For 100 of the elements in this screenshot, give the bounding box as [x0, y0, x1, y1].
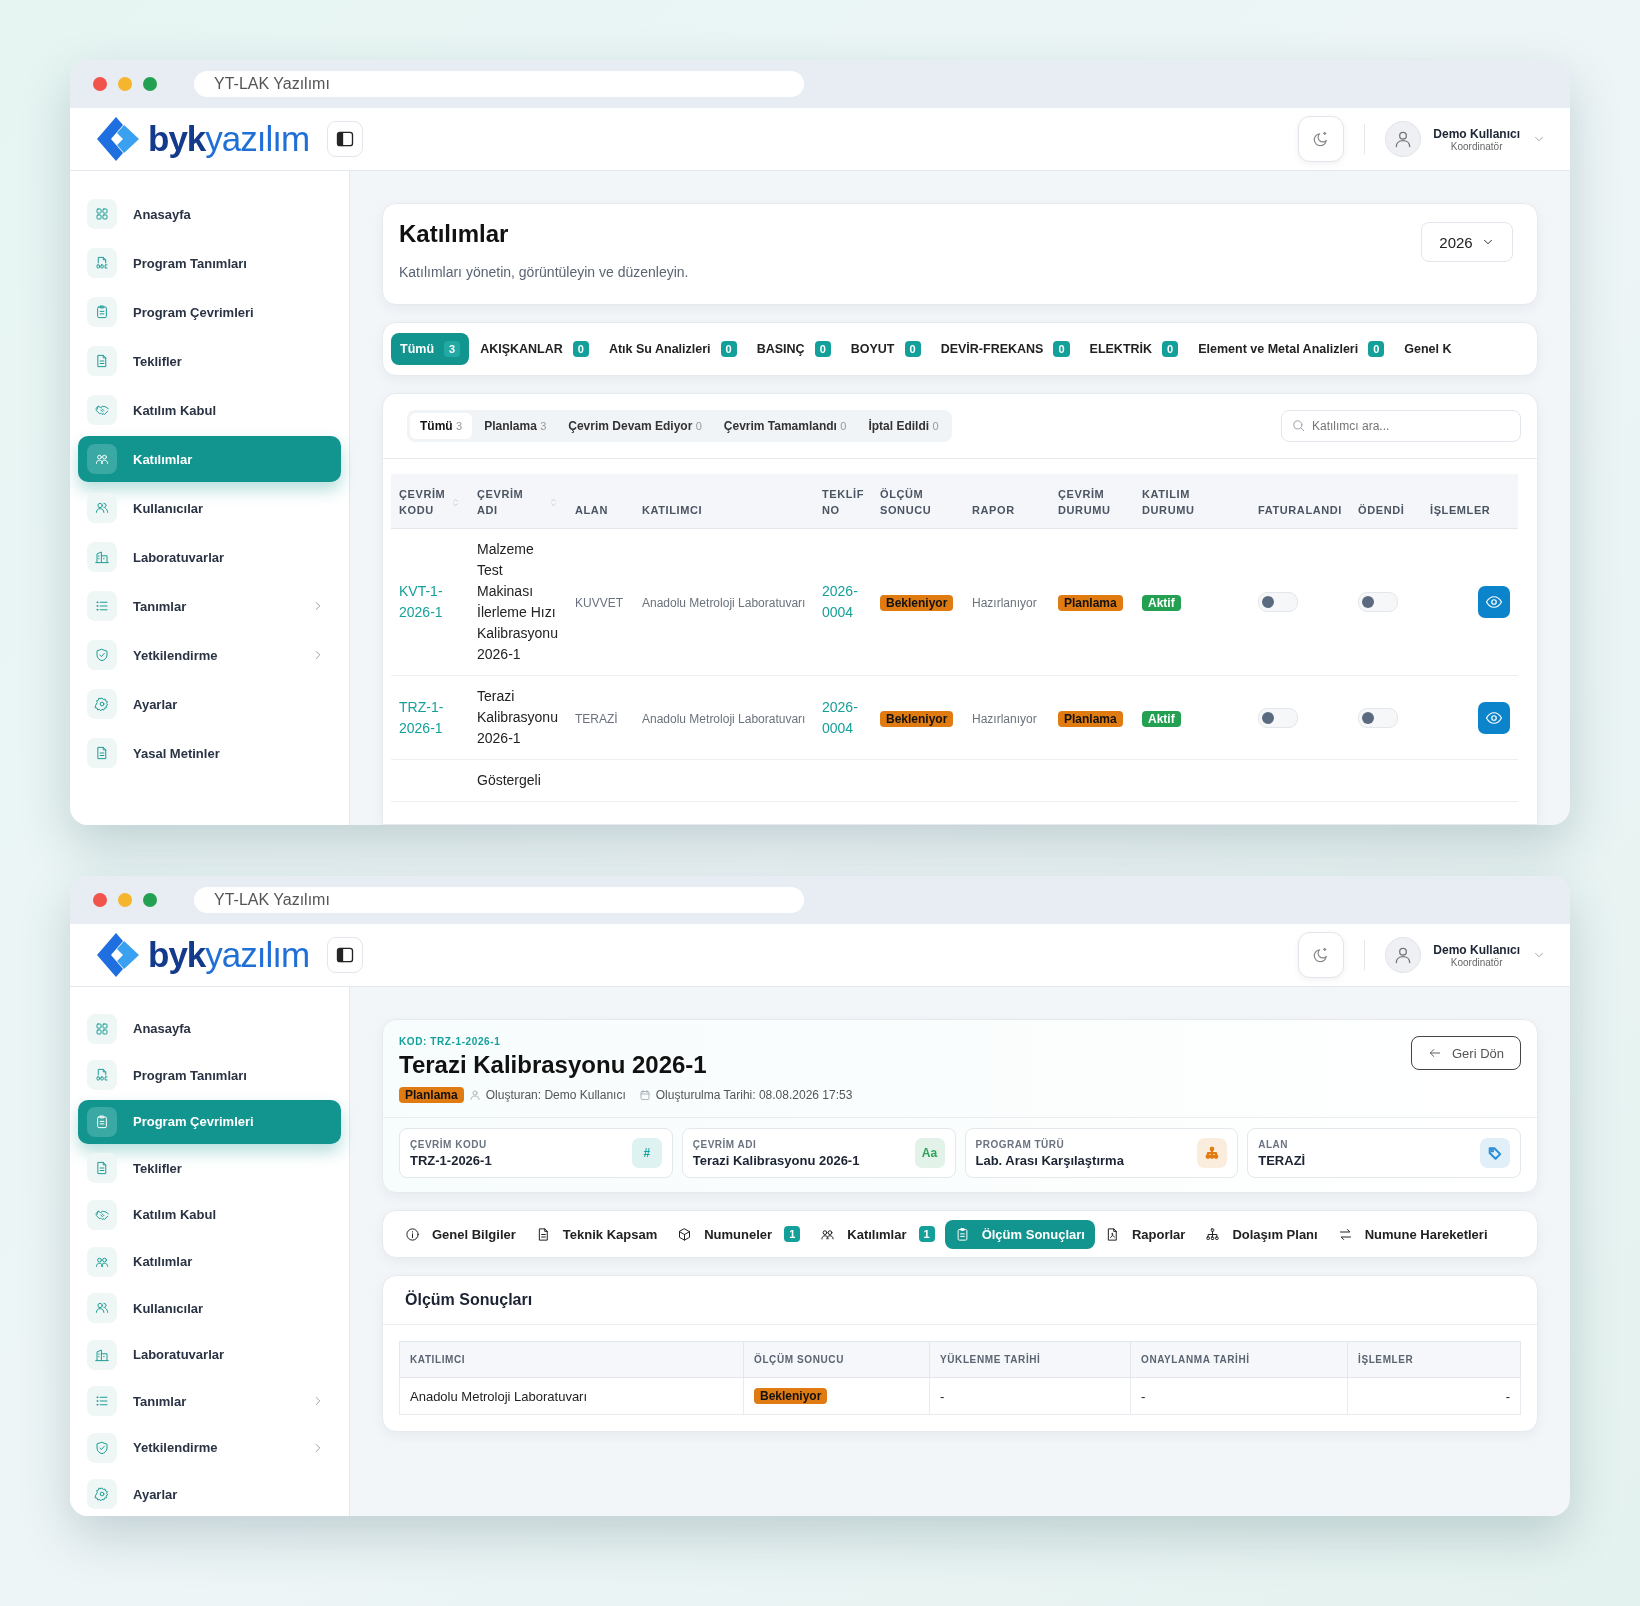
toggle-switch[interactable]	[1258, 707, 1298, 728]
shield-icon	[87, 640, 117, 670]
status-tab[interactable]: İptal Edildi 0	[858, 413, 949, 439]
sidebar-item[interactable]: Program Tanımları	[78, 240, 341, 286]
close-dot[interactable]	[93, 77, 107, 91]
column-header: ÇEVRİM DURUMU	[1050, 474, 1134, 529]
sidebar-item[interactable]: Anasayfa	[78, 191, 341, 237]
address-bar[interactable]: YT-LAK Yazılımı	[194, 71, 804, 97]
sidebar-item[interactable]: Yasal Metinler	[78, 730, 341, 776]
hierarchy-icon	[1205, 1226, 1221, 1242]
sidebar-item[interactable]: Tanımlar	[78, 583, 341, 629]
sidebar-item[interactable]: Kullanıcılar	[78, 485, 341, 531]
minimize-dot[interactable]	[118, 893, 132, 907]
category-tab[interactable]: Genel K	[1395, 334, 1461, 364]
avatar[interactable]	[1385, 121, 1422, 157]
sidebar-item[interactable]: Katılımlar	[78, 436, 341, 482]
theme-button[interactable]	[1298, 932, 1345, 978]
sidebar-item[interactable]: Teklifler	[78, 338, 341, 384]
building-icon	[87, 1339, 117, 1370]
category-tab[interactable]: BASINÇ 0	[747, 333, 840, 365]
status-badge: Bekleniyor	[880, 710, 954, 727]
sidebar-item[interactable]: Kullanıcılar	[78, 1286, 341, 1330]
table-cell: Anadolu Metroloji Laboratuvarı	[642, 711, 806, 726]
sidebar-item[interactable]: Ayarlar	[78, 1472, 341, 1516]
column-header: ÖLÇÜM SONUCU	[743, 1341, 930, 1378]
sidebar-item[interactable]: Laboratuvarlar	[78, 534, 341, 580]
table-cell: Hazırlanıyor	[972, 596, 1037, 610]
category-tab[interactable]: DEVİR-FREKANS 0	[931, 333, 1079, 365]
info-icon	[405, 1226, 420, 1242]
maximize-dot[interactable]	[143, 77, 157, 91]
file-icon	[87, 346, 117, 376]
status-tab[interactable]: Tümü 3	[410, 413, 473, 439]
toggle-switch[interactable]	[1358, 707, 1398, 728]
document-icon	[87, 1060, 117, 1091]
tab[interactable]: Raporlar	[1094, 1219, 1196, 1249]
sidebar-item[interactable]: Tanımlar	[78, 1379, 341, 1423]
status-badge: Aktif	[1142, 595, 1181, 611]
toggle-switch[interactable]	[1258, 592, 1298, 612]
column-header: ONAYLANMA TARİHİ	[1130, 1341, 1348, 1378]
table-cell: -	[1505, 1388, 1510, 1404]
table-cell: Anadolu Metroloji Laboratuvarı	[410, 1388, 588, 1404]
sidebar-item[interactable]: Yetkilendirme	[78, 632, 341, 678]
table-cell: TERAZİ	[575, 711, 618, 726]
tab[interactable]: Numune Hareketleri	[1327, 1219, 1498, 1249]
view-button[interactable]	[1478, 701, 1510, 734]
tab[interactable]: Teknik Kapsam	[525, 1219, 668, 1249]
symbol-badge: #	[631, 1138, 662, 1168]
creator-text: Oluşturan: Demo Kullanıcı	[485, 1088, 626, 1102]
minimize-dot[interactable]	[118, 77, 132, 91]
status-badge: Planlama	[1058, 710, 1123, 727]
category-tab[interactable]: BOYUT 0	[841, 333, 930, 365]
tab[interactable]: Ölçüm Sonuçları	[944, 1219, 1095, 1249]
user-group-icon	[87, 444, 117, 474]
cycle-code: KOD: TRZ-1-2026-1	[399, 1036, 502, 1047]
theme-button[interactable]	[1298, 116, 1345, 162]
clipboard-icon	[87, 297, 117, 327]
close-dot[interactable]	[93, 893, 107, 907]
avatar[interactable]	[1385, 937, 1422, 973]
count-badge: 0	[814, 341, 831, 357]
sidebar-item[interactable]: Katılımlar	[78, 1239, 341, 1284]
status-badge: Bekleniyor	[880, 595, 954, 611]
status-tab[interactable]: Çevrim Devam Ediyor 0	[558, 413, 712, 439]
view-button[interactable]	[1478, 586, 1510, 618]
category-tab[interactable]: Tümü 3	[391, 333, 470, 365]
status-tab[interactable]: Çevrim Tamamlandı 0	[713, 413, 857, 439]
sidebar-item[interactable]: Yetkilendirme	[78, 1425, 341, 1470]
tab[interactable]: Katılımlar 1	[810, 1219, 945, 1249]
tab[interactable]: Genel Bilgiler	[395, 1219, 526, 1249]
sidebar-item[interactable]: Program Çevrimleri	[78, 1100, 341, 1144]
category-tab[interactable]: ELEKTRİK 0	[1080, 333, 1188, 365]
handshake-icon	[87, 1199, 117, 1230]
category-tab[interactable]: Atık Su Analizleri 0	[599, 333, 746, 365]
users-icon	[87, 493, 117, 523]
sidebar-toggle-button[interactable]	[327, 121, 364, 157]
sidebar-item[interactable]: Teklifler	[78, 1146, 341, 1191]
sidebar-item[interactable]: Program Tanımları	[78, 1053, 341, 1098]
category-tab[interactable]: AKIŞKANLAR 0	[471, 333, 598, 365]
status-tab[interactable]: Planlama 3	[474, 413, 557, 439]
sidebar-item[interactable]: Laboratuvarlar	[78, 1332, 341, 1377]
year-dropdown[interactable]: 2026	[1421, 222, 1513, 262]
column-header[interactable]: ÇEVRİM ADI	[469, 474, 567, 529]
category-tab[interactable]: Element ve Metal Analizleri 0	[1189, 333, 1394, 365]
sidebar-item[interactable]: Katılım Kabul	[78, 387, 341, 433]
address-bar[interactable]: YT-LAK Yazılımı	[194, 887, 804, 913]
sidebar-item[interactable]: Ayarlar	[78, 681, 341, 727]
sidebar-item[interactable]: Anasayfa	[78, 1007, 341, 1051]
section-title: Ölçüm Sonuçları	[383, 1276, 1537, 1325]
back-button[interactable]: Geri Dön	[1410, 1036, 1521, 1070]
sidebar-item[interactable]: Program Çevrimleri	[78, 289, 341, 335]
column-header[interactable]: ÇEVRİM KODU	[391, 474, 469, 529]
arrow-left-icon	[1427, 1046, 1442, 1060]
status-badge: Planlama	[399, 1087, 464, 1103]
search-field[interactable]: Katılımcı ara...	[1281, 410, 1521, 442]
tab[interactable]: Numuneler 1	[667, 1219, 811, 1249]
status-badge: Aktif	[1142, 710, 1181, 727]
sidebar-item[interactable]: Katılım Kabul	[78, 1193, 341, 1237]
tab[interactable]: Dolaşım Planı	[1195, 1219, 1328, 1249]
sidebar-toggle-button[interactable]	[327, 937, 364, 973]
maximize-dot[interactable]	[143, 893, 157, 907]
toggle-switch[interactable]	[1358, 592, 1398, 612]
